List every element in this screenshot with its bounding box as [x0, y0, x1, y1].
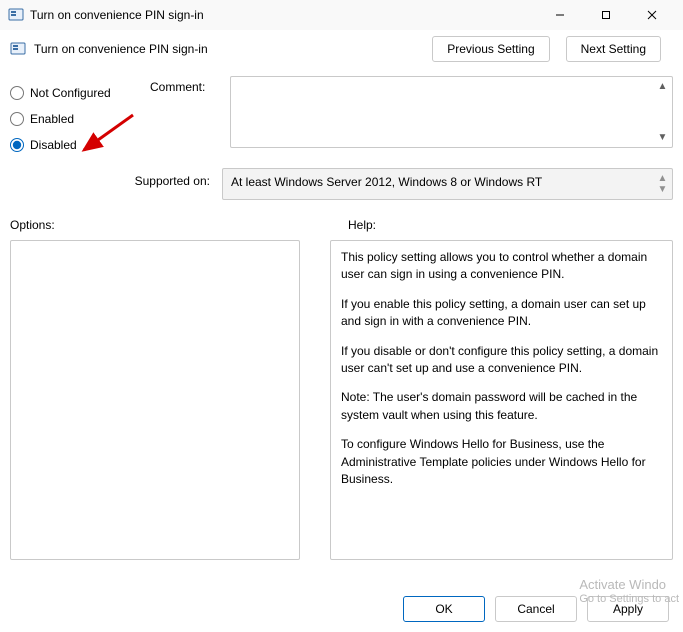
section-labels: Options: Help: [0, 206, 683, 236]
radio-enabled-input[interactable] [10, 112, 24, 126]
help-paragraph: To configure Windows Hello for Business,… [341, 436, 662, 488]
footer-buttons: OK Cancel Apply [403, 596, 669, 622]
next-setting-button[interactable]: Next Setting [566, 36, 661, 62]
help-label: Help: [310, 218, 673, 232]
policy-icon [10, 41, 26, 57]
header-row: Turn on convenience PIN sign-in Previous… [0, 30, 683, 70]
supported-value: At least Windows Server 2012, Windows 8 … [231, 175, 542, 189]
window-title: Turn on convenience PIN sign-in [30, 8, 537, 22]
titlebar: Turn on convenience PIN sign-in [0, 0, 683, 30]
ok-button[interactable]: OK [403, 596, 485, 622]
supported-row: Supported on: At least Windows Server 20… [0, 162, 683, 206]
radio-not-configured[interactable]: Not Configured [10, 80, 150, 106]
comment-scroll-down-icon[interactable]: ▼ [654, 129, 671, 146]
supported-label: Supported on: [90, 168, 222, 200]
radio-disabled-input[interactable] [10, 138, 24, 152]
radio-not-configured-label: Not Configured [30, 86, 111, 100]
config-area: Not Configured Enabled Disabled Comment:… [0, 70, 683, 162]
radio-enabled[interactable]: Enabled [10, 106, 150, 132]
comment-scroll-up-icon[interactable]: ▲ [654, 78, 671, 95]
help-paragraph: This policy setting allows you to contro… [341, 249, 662, 284]
radio-disabled-label: Disabled [30, 138, 77, 152]
watermark-line1: Activate Windo [579, 577, 679, 593]
maximize-button[interactable] [583, 0, 629, 30]
supported-value-box: At least Windows Server 2012, Windows 8 … [222, 168, 673, 200]
comment-label: Comment: [150, 76, 230, 158]
radio-enabled-label: Enabled [30, 112, 74, 126]
radio-disabled[interactable]: Disabled [10, 132, 150, 158]
help-pane[interactable]: This policy setting allows you to contro… [330, 240, 673, 560]
close-button[interactable] [629, 0, 675, 30]
minimize-button[interactable] [537, 0, 583, 30]
state-radios: Not Configured Enabled Disabled [10, 76, 150, 158]
comment-textarea[interactable]: ▲ ▼ [230, 76, 673, 148]
radio-not-configured-input[interactable] [10, 86, 24, 100]
cancel-button[interactable]: Cancel [495, 596, 577, 622]
policy-title: Turn on convenience PIN sign-in [34, 42, 208, 56]
options-pane[interactable] [10, 240, 300, 560]
apply-button[interactable]: Apply [587, 596, 669, 622]
supported-scroll-down-icon: ▼ [654, 181, 671, 198]
window-controls [537, 0, 675, 30]
options-label: Options: [10, 218, 310, 232]
help-paragraph: Note: The user's domain password will be… [341, 389, 662, 424]
help-paragraph: If you disable or don't configure this p… [341, 343, 662, 378]
help-paragraph: If you enable this policy setting, a dom… [341, 296, 662, 331]
app-icon [8, 7, 24, 23]
previous-setting-button[interactable]: Previous Setting [432, 36, 549, 62]
panes: This policy setting allows you to contro… [0, 236, 683, 560]
